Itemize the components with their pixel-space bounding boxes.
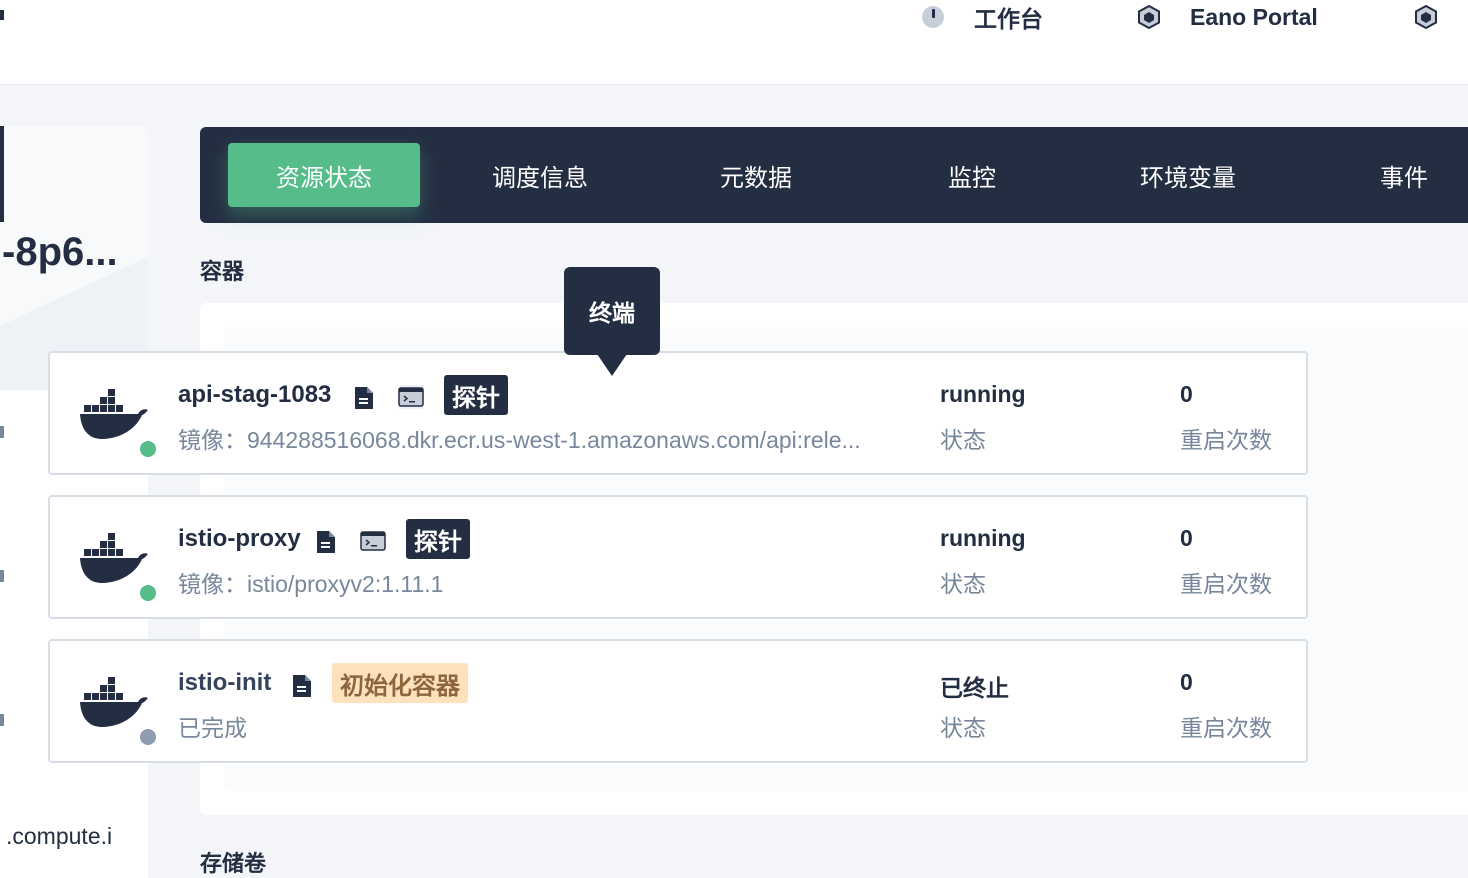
nav-eano-portal[interactable]: Eano Portal [1138, 0, 1318, 34]
container-name: api-stag-1083 [178, 381, 332, 408]
container-image: 镜像：istio/proxyv2:1.11.1 [178, 571, 444, 597]
restart-count-label: 重启次数 [1180, 571, 1272, 597]
container-row[interactable]: api-stag-1083 探针 镜像：944288516068.dkr.ecr… [48, 351, 1308, 475]
tab-scheduling-info[interactable]: 调度信息 [444, 143, 636, 207]
file-icon[interactable] [354, 386, 374, 410]
container-status-label: 状态 [940, 571, 986, 597]
pod-name-title: -8p6... [2, 230, 118, 274]
left-accent-bar [0, 126, 4, 222]
dashboard-icon [922, 6, 944, 28]
nav-eano-portal-label: Eano Portal [1190, 3, 1318, 30]
container-row[interactable]: istio-init 初始化容器 已完成 已终止 状态 0 重启次数 [48, 639, 1308, 763]
container-status-value: running [940, 381, 1026, 407]
volumes-section-title: 存储卷 [200, 851, 267, 876]
container-status-label: 状态 [940, 427, 986, 453]
tab-resource-status[interactable]: 资源状态 [228, 143, 420, 207]
container-status-value: running [940, 525, 1026, 551]
left-divider [0, 714, 4, 726]
running-status-dot [140, 585, 156, 601]
restart-count-value: 0 [1180, 381, 1193, 407]
container-row[interactable]: istio-proxy 探针 镜像：istio/proxyv2:1.11.1 r… [48, 495, 1308, 619]
restart-count-value: 0 [1180, 669, 1193, 695]
container-image: 镜像：944288516068.dkr.ecr.us-west-1.amazon… [178, 427, 861, 453]
restart-count-value: 0 [1180, 525, 1193, 551]
logo-fragment [0, 10, 4, 20]
left-divider [0, 426, 4, 438]
cube-icon [1415, 5, 1437, 29]
terminal-icon[interactable] [360, 529, 386, 553]
file-icon[interactable] [292, 674, 312, 698]
restart-count-label: 重启次数 [1180, 715, 1272, 741]
nav-item-extra[interactable] [1415, 0, 1437, 34]
container-state-text: 已完成 [178, 715, 247, 741]
nav-workbench-label: 工作台 [974, 6, 1043, 32]
terminal-icon[interactable] [398, 385, 424, 409]
cube-icon [1138, 5, 1160, 29]
tab-metadata[interactable]: 元数据 [660, 143, 852, 207]
tab-env-variables[interactable]: 环境变量 [1092, 143, 1284, 207]
node-name-text: .compute.i [6, 823, 113, 849]
restart-count-label: 重启次数 [1180, 427, 1272, 453]
tab-events[interactable]: 事件 [1308, 143, 1468, 207]
running-status-dot [140, 441, 156, 457]
docker-icon [80, 389, 148, 439]
containers-section-title: 容器 [200, 259, 245, 284]
docker-icon [80, 533, 148, 583]
top-header: 工作台 Eano Portal [0, 0, 1468, 85]
nav-workbench[interactable]: 工作台 [922, 0, 1043, 34]
tab-monitoring[interactable]: 监控 [876, 143, 1068, 207]
detail-tabs: 资源状态 调度信息 元数据 监控 环境变量 事件 [200, 127, 1468, 223]
file-icon[interactable] [316, 530, 336, 554]
probe-tag[interactable]: 探针 [444, 375, 508, 415]
container-status-value: 已终止 [940, 675, 1009, 701]
init-container-tag: 初始化容器 [332, 663, 468, 703]
left-divider [0, 570, 4, 582]
terminated-status-dot [140, 729, 156, 745]
probe-tag[interactable]: 探针 [406, 519, 470, 559]
container-name: istio-init [178, 669, 272, 696]
container-name: istio-proxy [178, 525, 301, 552]
container-status-label: 状态 [940, 715, 986, 741]
tooltip-arrow [597, 354, 627, 376]
terminal-tooltip: 终端 [564, 267, 660, 355]
docker-icon [80, 677, 148, 727]
